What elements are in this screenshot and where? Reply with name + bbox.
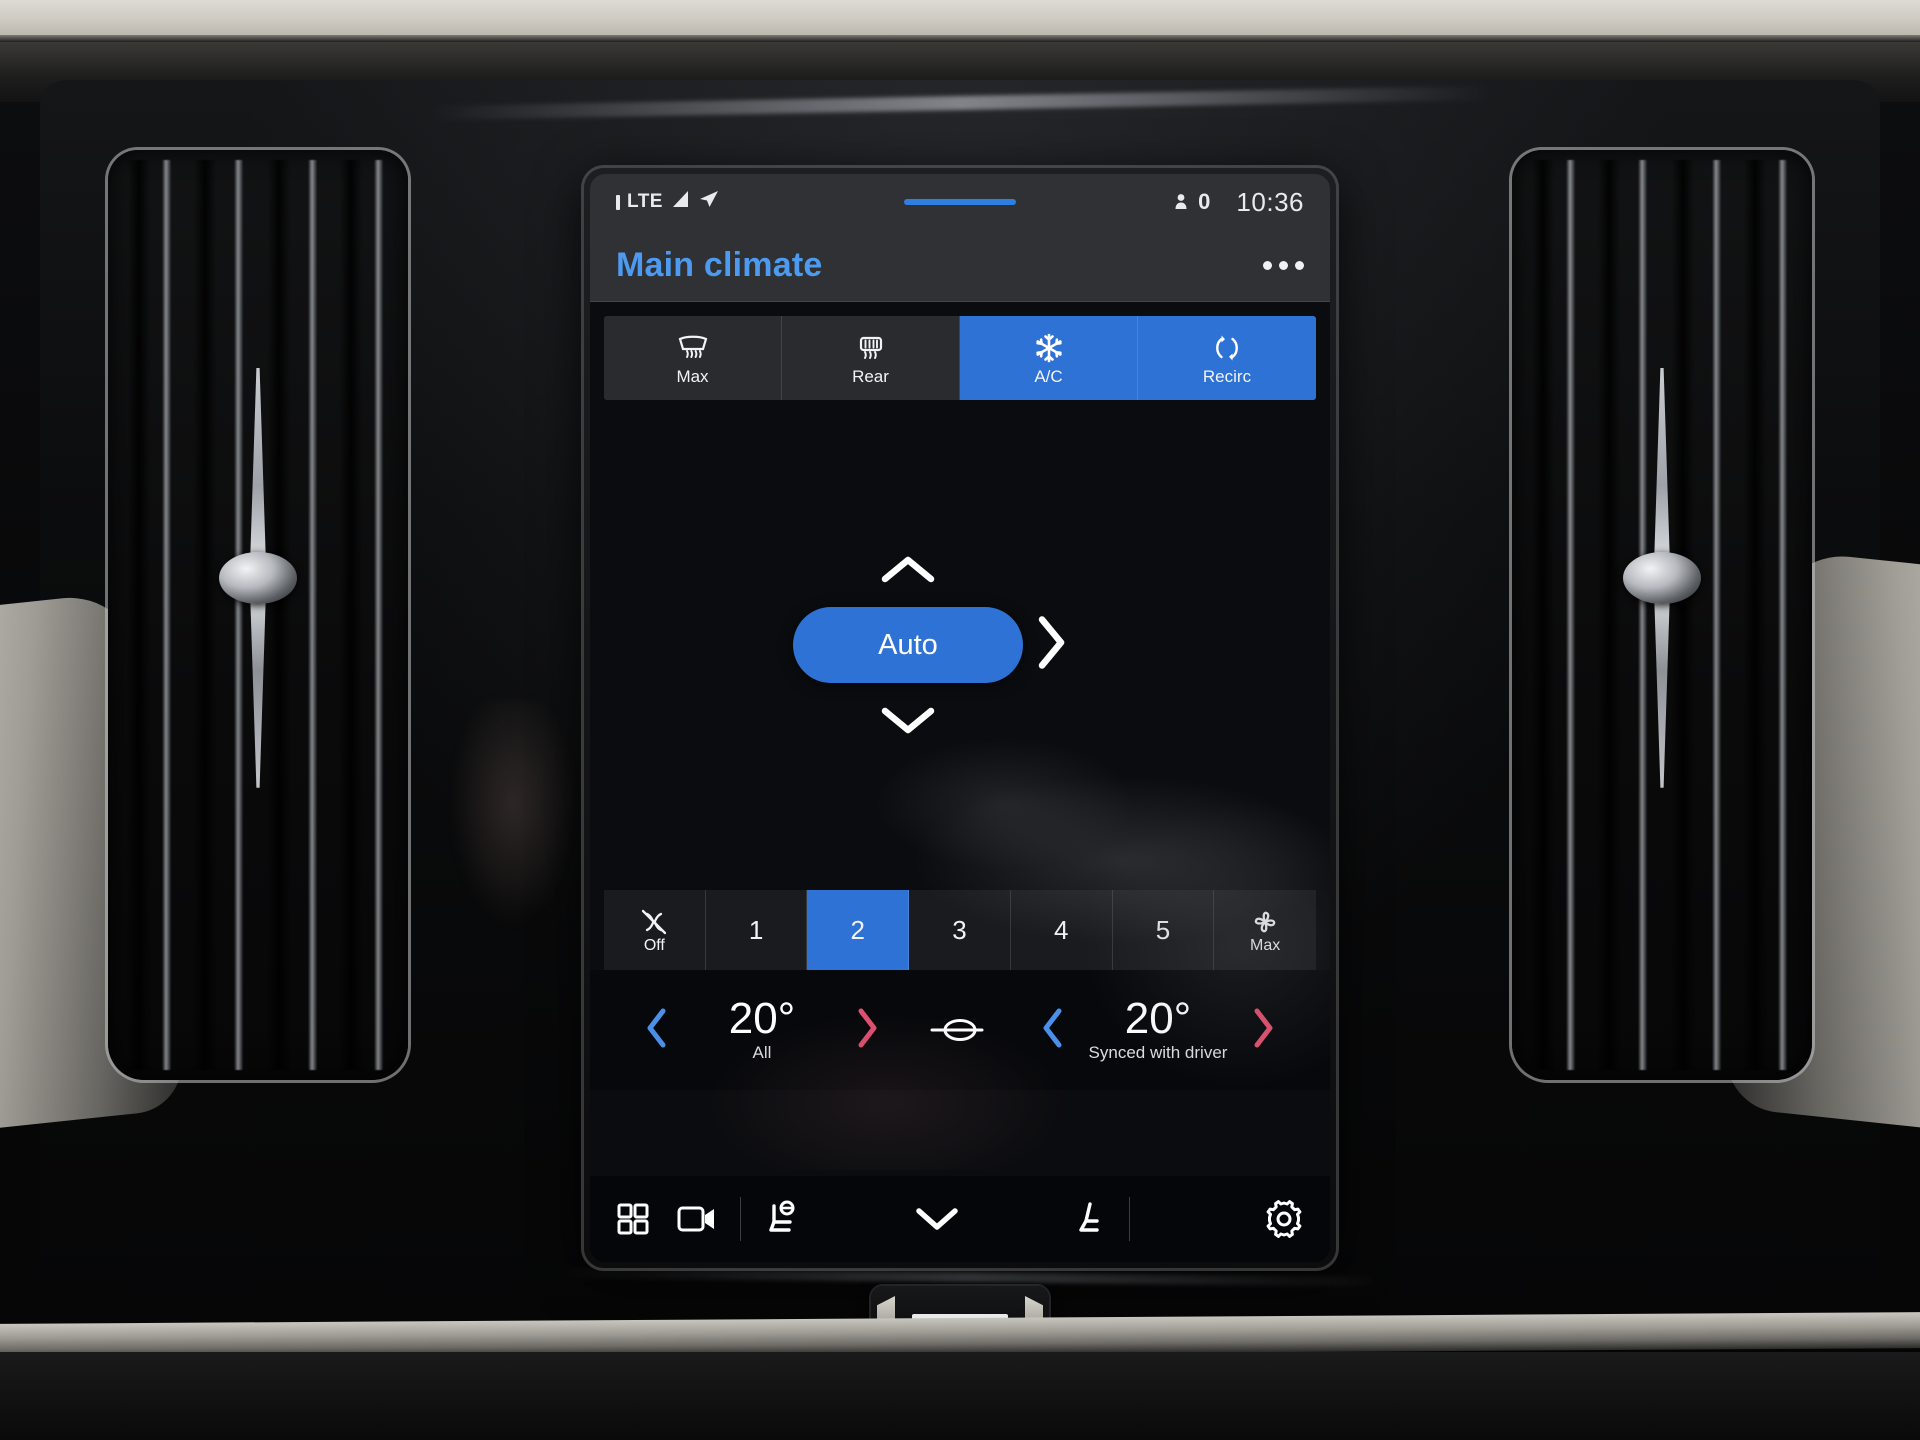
fan-speed-max[interactable]: Max [1214, 890, 1316, 970]
console-reflection-smudge [448, 700, 578, 930]
ac-label: A/C [1034, 367, 1063, 386]
fan-speed-5-label: 5 [1155, 914, 1171, 945]
airflow-distribution-area[interactable]: Auto [590, 400, 1330, 1170]
status-bar-right: 0 10:36 [1173, 187, 1304, 218]
windshield-defrost-icon [676, 331, 710, 365]
fan-off-icon [639, 907, 669, 937]
temperature-sync-icon[interactable] [912, 1013, 1008, 1047]
airflow-up-button[interactable] [880, 553, 936, 587]
chevron-down-icon[interactable] [913, 1205, 961, 1233]
recirculate-label: Recirc [1202, 367, 1252, 386]
passenger-temperature-group: 20° Synced with driver [1008, 997, 1308, 1063]
camera-icon[interactable] [676, 1203, 718, 1235]
climate-quick-buttons: Max Rear A/C Recirc [604, 316, 1316, 400]
fan-speed-2[interactable]: 2 [807, 890, 910, 970]
airflow-down-button[interactable] [880, 703, 936, 737]
vent-knob-right[interactable] [1623, 367, 1701, 788]
fan-speed-1-label: 1 [748, 914, 764, 945]
fan-speed-max-label: Max [1250, 936, 1281, 954]
dashboard-top-rail [0, 0, 1920, 42]
fan-icon [1250, 907, 1280, 937]
ac-button[interactable]: A/C [960, 316, 1138, 400]
fan-speed-off-label: Off [643, 936, 665, 954]
person-icon [1175, 194, 1187, 209]
max-defrost-button[interactable]: Max [604, 316, 782, 400]
fan-speed-4[interactable]: 4 [1010, 890, 1113, 970]
rear-defrost-label: Rear [852, 367, 889, 386]
auto-climate-button[interactable]: Auto [793, 607, 1023, 683]
nav-divider-left [740, 1197, 741, 1241]
console-lower-panel [0, 1352, 1920, 1440]
infotainment-screen[interactable]: LTE 0 10:36 Main climate Max Rear A/C Re… [590, 174, 1330, 1262]
occupancy-count: 0 [1198, 189, 1211, 214]
airflow-controls: Auto [793, 553, 1065, 737]
fan-speed-3[interactable]: 3 [909, 890, 1011, 970]
car-dashboard: LTE 0 10:36 Main climate Max Rear A/C Re… [0, 0, 1920, 1440]
signal-strength-icon [670, 190, 690, 214]
driver-temperature-value: 20° [728, 994, 796, 1043]
auto-climate-label: Auto [878, 628, 938, 661]
network-type-label: LTE [627, 191, 663, 212]
passenger-seat-icon[interactable] [1073, 1200, 1107, 1238]
fan-speed-3-label: 3 [952, 914, 967, 945]
page-title: Main climate [616, 246, 823, 284]
occupancy-indicator: 0 [1173, 189, 1210, 215]
driver-temperature-label: All [752, 1043, 772, 1062]
driver-temperature-group: 20° All [612, 997, 912, 1063]
driver-seat-icon[interactable] [763, 1200, 801, 1238]
passenger-temperature-label: Synced with driver [1088, 1043, 1228, 1062]
apps-grid-icon[interactable] [616, 1202, 650, 1236]
airflow-right-button[interactable] [1034, 615, 1068, 676]
signal-bars-icon [616, 194, 620, 210]
driver-temperature-increase-button[interactable] [854, 1006, 880, 1055]
bottom-navigation-bar [590, 1176, 1330, 1262]
recirculate-icon [1213, 331, 1241, 365]
fan-speed-1[interactable]: 1 [705, 890, 808, 970]
gear-icon[interactable] [1264, 1199, 1304, 1239]
rear-defrost-icon [856, 331, 886, 365]
fan-speed-5[interactable]: 5 [1112, 890, 1215, 970]
fan-speed-4-label: 4 [1053, 914, 1069, 945]
air-vent-left[interactable] [108, 150, 408, 1080]
max-defrost-label: Max [676, 367, 709, 386]
status-bar-left: LTE [616, 189, 719, 215]
infotainment-display-bezel: LTE 0 10:36 Main climate Max Rear A/C Re… [584, 168, 1336, 1268]
rear-defrost-button[interactable]: Rear [782, 316, 960, 400]
driver-temperature-decrease-button[interactable] [644, 1006, 670, 1055]
passenger-temperature-increase-button[interactable] [1250, 1006, 1276, 1055]
fan-speed-2-label: 2 [850, 914, 866, 945]
passenger-temperature-value: 20° [1124, 994, 1192, 1043]
passenger-temperature-readout: 20° Synced with driver [1088, 997, 1228, 1063]
fan-speed-off[interactable]: Off [604, 890, 706, 970]
status-bar: LTE 0 10:36 [590, 174, 1330, 230]
nav-divider-right [1129, 1197, 1130, 1241]
page-indicator [904, 199, 1016, 205]
navigation-arrow-icon [697, 189, 719, 215]
fan-speed-selector: Off 1 2 3 4 5 Max [604, 890, 1316, 970]
driver-temperature-readout: 20° All [692, 997, 832, 1063]
air-vent-right[interactable] [1512, 150, 1812, 1080]
passenger-temperature-decrease-button[interactable] [1040, 1006, 1066, 1055]
snowflake-icon [1034, 331, 1064, 365]
vent-knob-left[interactable] [219, 367, 297, 788]
overflow-menu-icon[interactable] [1263, 261, 1304, 270]
recirculate-button[interactable]: Recirc [1138, 316, 1316, 400]
page-header: Main climate [590, 230, 1330, 302]
clock: 10:36 [1236, 186, 1304, 217]
temperature-controls: 20° All 20° Synced with driver [590, 970, 1330, 1090]
